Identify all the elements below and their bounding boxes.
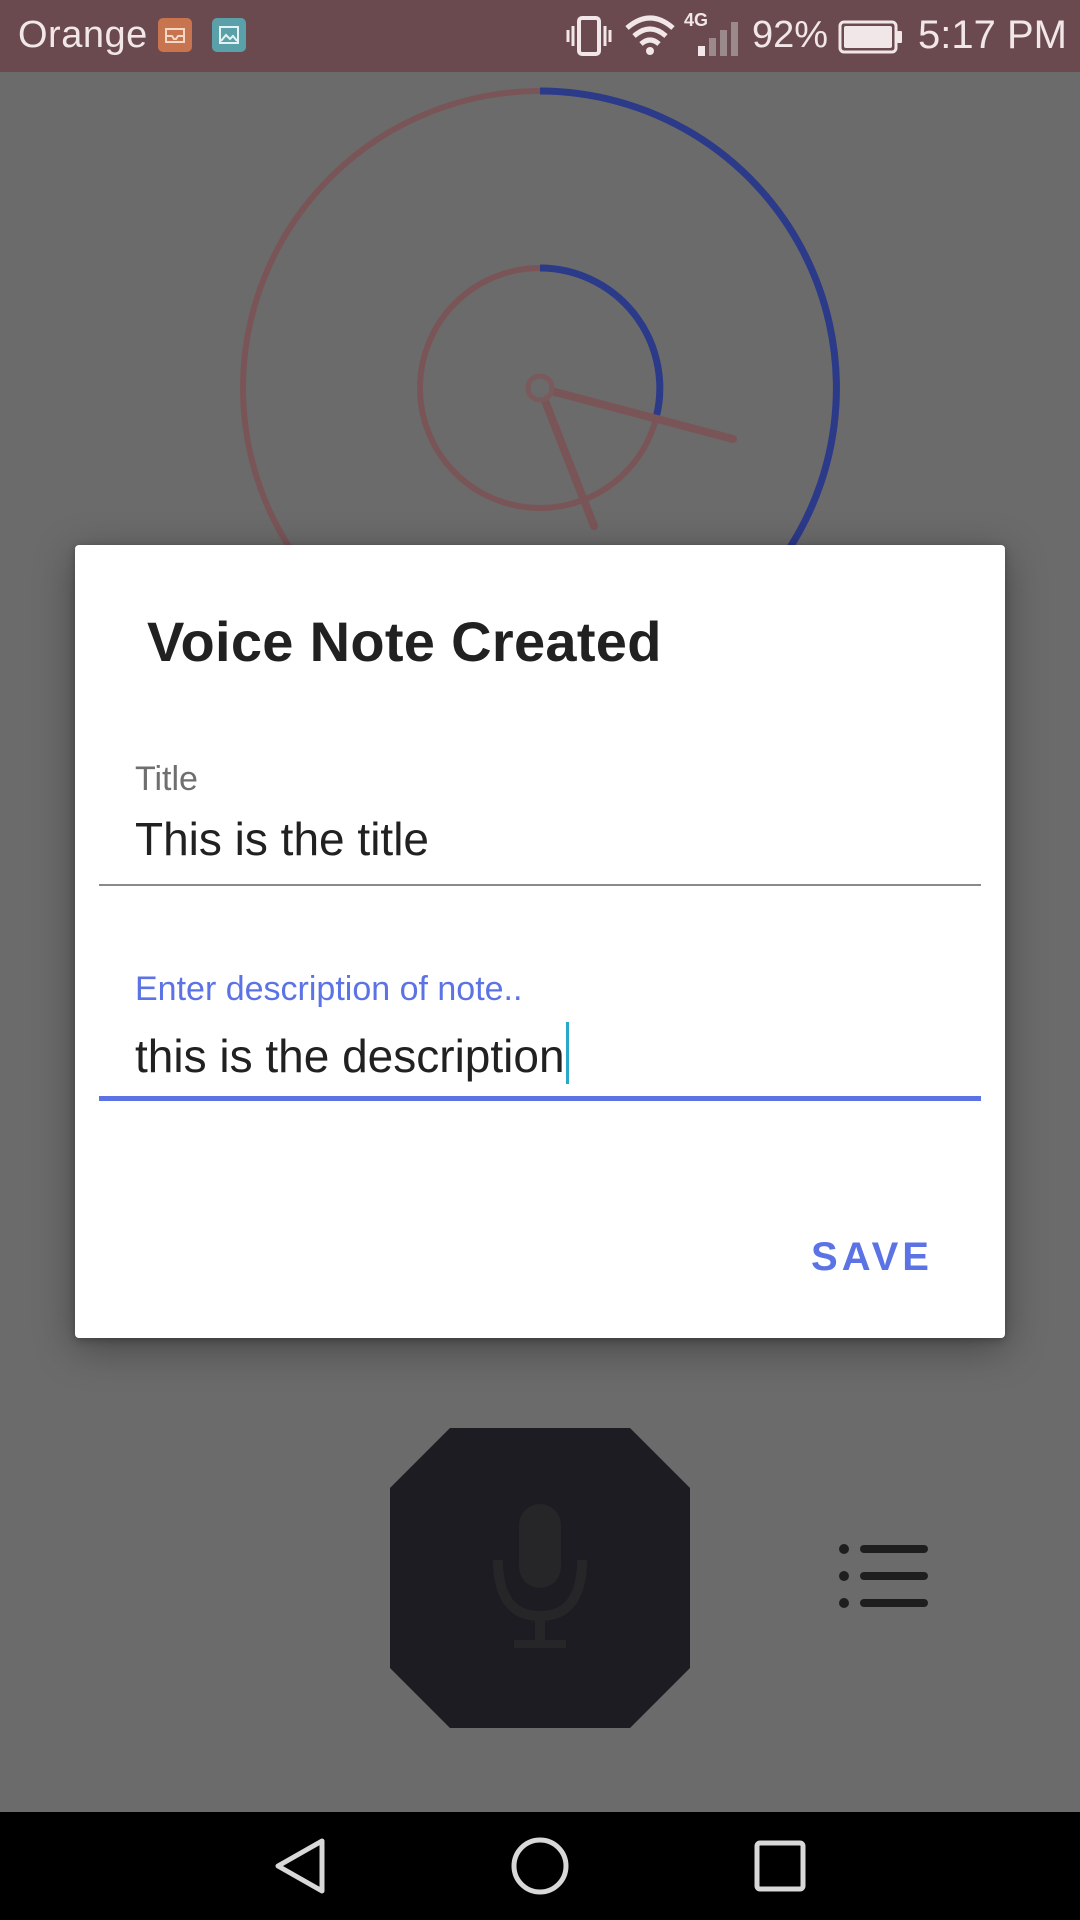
back-button[interactable]	[240, 1812, 360, 1920]
description-input-wrap[interactable]: this is the description	[135, 1022, 569, 1084]
description-field-label: Enter description of note..	[135, 970, 523, 1008]
back-icon	[275, 1838, 325, 1894]
save-button[interactable]: SAVE	[811, 1235, 933, 1280]
text-cursor	[565, 1022, 569, 1084]
recents-icon	[754, 1840, 806, 1892]
title-input[interactable]: This is the title	[135, 812, 429, 866]
dialog-title: Voice Note Created	[147, 610, 662, 673]
navigation-bar	[0, 1812, 1080, 1920]
title-field-underline	[99, 884, 981, 886]
voice-note-dialog: Voice Note Created Title This is the tit…	[75, 545, 1005, 1338]
description-field[interactable]: Enter description of note.. this is the …	[99, 970, 981, 1101]
list-icon[interactable]	[838, 1540, 934, 1612]
home-button[interactable]	[480, 1812, 600, 1920]
title-field-label: Title	[135, 760, 198, 798]
record-button[interactable]	[390, 1428, 690, 1728]
home-icon	[511, 1837, 569, 1895]
title-field[interactable]: Title This is the title	[99, 760, 981, 890]
description-field-underline	[99, 1096, 981, 1101]
outer-progress-arc	[539, 87, 840, 557]
clock-pivot	[525, 373, 555, 403]
clock-hand-long	[536, 384, 737, 443]
recents-button[interactable]	[720, 1812, 840, 1920]
description-input[interactable]: this is the description	[135, 1030, 565, 1082]
